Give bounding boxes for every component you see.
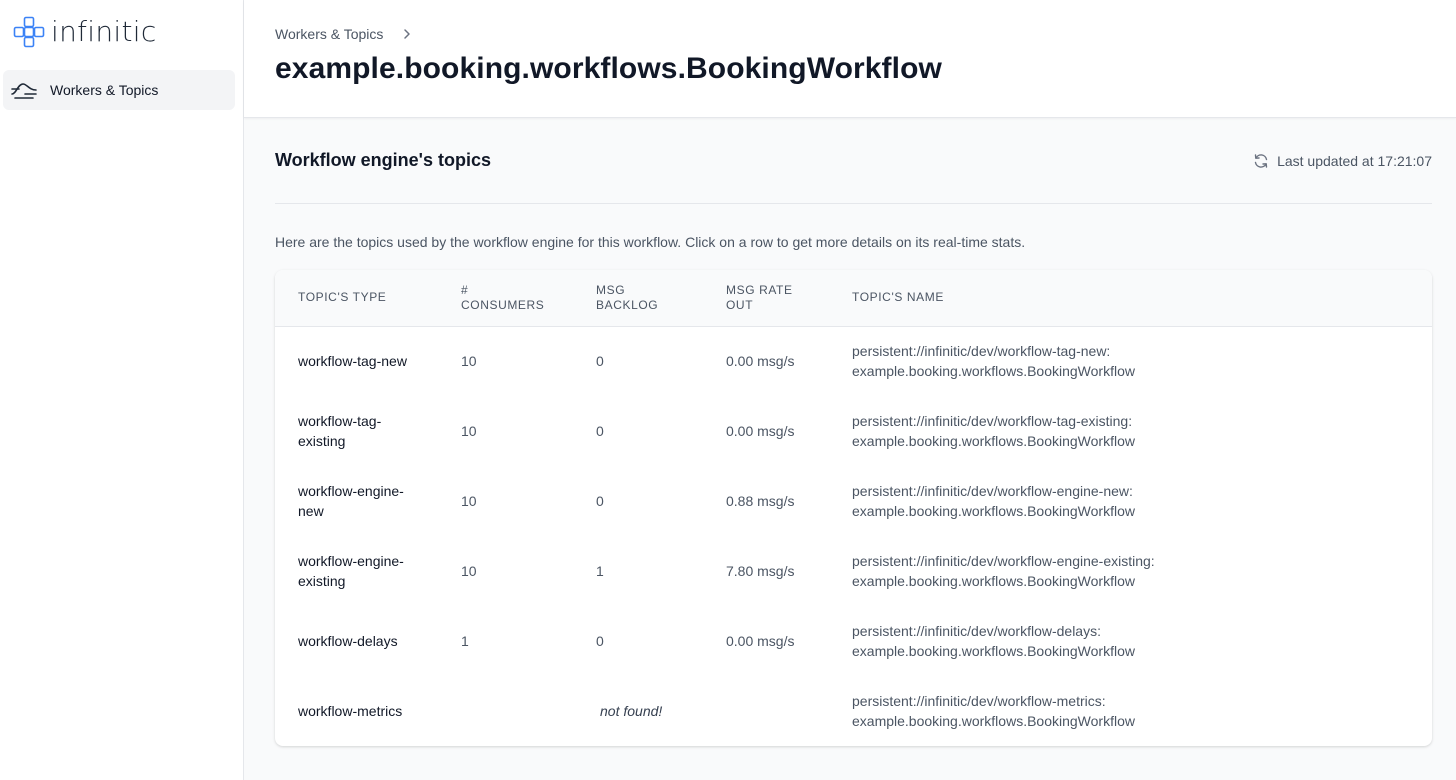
column-header-msg-backlog: Msg backlog	[596, 270, 726, 327]
table-row[interactable]: workflow-engine-new 10 0 0.88 msg/s pers…	[275, 466, 1432, 536]
cell-rate-out: 0.00 msg/s	[726, 423, 795, 439]
cell-rate-out	[726, 676, 852, 746]
chevron-right-icon	[403, 28, 411, 40]
breadcrumb: Workers & Topics	[275, 26, 1456, 42]
cell-backlog: 1	[596, 563, 604, 579]
cell-topic-name: persistent://infinitic/dev/workflow-engi…	[852, 553, 1155, 589]
cell-topic-name: persistent://infinitic/dev/workflow-tag-…	[852, 343, 1135, 380]
logo-text: infinitic	[51, 14, 157, 48]
cell-topic-type: workflow-engine-new	[298, 483, 404, 519]
sidebar-item-workers-topics[interactable]: Workers & Topics	[3, 70, 235, 110]
last-updated-text: Last updated at 17:21:07	[1277, 152, 1432, 169]
column-header-topic-name: Topic's name	[852, 270, 1432, 327]
not-found-text: not found!	[600, 703, 663, 719]
cell-rate-out: 0.00 msg/s	[726, 353, 795, 370]
cell-topic-name: persistent://infinitic/dev/workflow-dela…	[852, 623, 1135, 659]
cell-topic-type: workflow-delays	[298, 633, 398, 649]
topics-table-card: Topic's type # Consumers Msg backlog Msg r…	[275, 270, 1432, 746]
cell-backlog: 0	[596, 633, 604, 649]
main-content: Workers & Topics example.booking.workflo…	[244, 0, 1456, 780]
topics-table: Topic's type # Consumers Msg backlog Msg r…	[275, 270, 1432, 746]
column-header-consumers: # Consumers	[461, 270, 596, 327]
refresh-icon[interactable]	[1253, 153, 1269, 169]
app-root: infinitic Workers & Topics Workers & Top…	[0, 0, 1456, 780]
cell-rate-out: 0.00 msg/s	[726, 633, 795, 649]
sidebar: infinitic Workers & Topics	[0, 0, 244, 780]
cell-consumers: 1	[461, 633, 469, 649]
cell-rate-out: 0.88 msg/s	[726, 493, 795, 509]
cell-topic-type: workflow-tag-new	[298, 353, 407, 370]
infinitic-logo-icon	[13, 16, 45, 48]
cell-backlog: 0	[596, 423, 604, 439]
cell-topic-name: persistent://infinitic/dev/workflow-engi…	[852, 483, 1135, 519]
column-header-topic-type: Topic's type	[275, 270, 461, 327]
cell-consumers: 10	[461, 353, 477, 370]
section-header: Workflow engine's topics Last updated at…	[275, 118, 1432, 204]
cell-backlog: 0	[596, 493, 604, 509]
cell-consumers: 10	[461, 493, 477, 509]
cell-backlog: 0	[596, 353, 604, 370]
table-header-row: Topic's type # Consumers Msg backlog Msg r…	[275, 270, 1432, 327]
logo[interactable]: infinitic	[0, 0, 243, 64]
cell-rate-out: 7.80 msg/s	[726, 563, 795, 579]
sidebar-nav: Workers & Topics	[0, 64, 243, 110]
workers-topics-icon	[11, 80, 37, 100]
section-title: Workflow engine's topics	[275, 150, 491, 170]
cell-consumers: 10	[461, 563, 477, 579]
table-row[interactable]: workflow-metrics not found! persistent:/…	[275, 676, 1432, 746]
cell-topic-name: persistent://infinitic/dev/workflow-metr…	[852, 693, 1135, 729]
last-updated[interactable]: Last updated at 17:21:07	[1253, 153, 1432, 169]
cell-topic-type: workflow-engine-existing	[298, 553, 404, 589]
cell-not-found: not found!	[596, 676, 726, 746]
page-title: example.booking.workflows.BookingWorkflo…	[275, 52, 942, 85]
topics-section: Workflow engine's topics Last updated at…	[244, 118, 1456, 746]
cell-consumers	[461, 676, 596, 746]
cell-topic-type: workflow-tag-existing	[298, 413, 382, 449]
table-row[interactable]: workflow-delays 1 0 0.00 msg/s persisten…	[275, 606, 1432, 676]
section-description: Here are the topics used by the workflow…	[275, 234, 1026, 250]
table-row[interactable]: workflow-engine-existing 10 1 7.80 msg/s…	[275, 536, 1432, 606]
cell-consumers: 10	[461, 423, 477, 439]
breadcrumb-link-workers-topics[interactable]: Workers & Topics	[275, 26, 383, 42]
sidebar-item-label: Workers & Topics	[50, 82, 159, 98]
page-header: Workers & Topics example.booking.workflo…	[244, 0, 1456, 118]
cell-topic-name: persistent://infinitic/dev/workflow-tag-…	[852, 413, 1135, 449]
cell-topic-type: workflow-metrics	[298, 703, 403, 719]
table-row[interactable]: workflow-tag-existing 10 0 0.00 msg/s pe…	[275, 396, 1432, 466]
column-header-msg-rate-out: Msg rate out	[726, 270, 852, 327]
table-row[interactable]: workflow-tag-new 10 0 0.00 msg/s persist…	[275, 326, 1432, 396]
